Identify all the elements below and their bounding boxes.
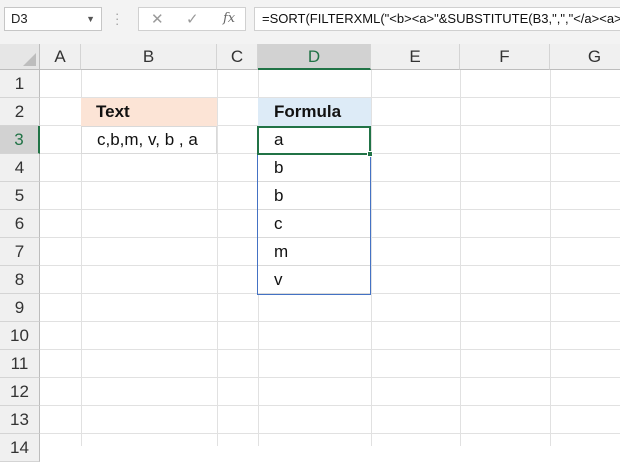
- row-header-4[interactable]: 4: [0, 154, 40, 182]
- formula-bar-area: D3 ▼ · · · ✕ ✓ fx =SORT(FILTERXML("<b><a>"…: [0, 0, 620, 44]
- select-all-button[interactable]: [0, 44, 40, 70]
- row-header-13[interactable]: 13: [0, 406, 40, 434]
- row-header-7[interactable]: 7: [0, 238, 40, 266]
- fill-handle[interactable]: [367, 151, 373, 157]
- row-header-10[interactable]: 10: [0, 322, 40, 350]
- column-header-e[interactable]: E: [371, 44, 460, 70]
- row-header-6[interactable]: 6: [0, 210, 40, 238]
- enter-icon[interactable]: ✓: [186, 10, 199, 28]
- name-box[interactable]: D3 ▼: [4, 7, 102, 31]
- chevron-down-icon[interactable]: ▼: [86, 8, 95, 30]
- row-header-3[interactable]: 3: [0, 126, 40, 154]
- column-header-b[interactable]: B: [81, 44, 217, 70]
- column-header-d[interactable]: D: [258, 44, 371, 70]
- cell-d8[interactable]: v: [258, 266, 371, 294]
- insert-function-icon[interactable]: fx: [223, 11, 235, 26]
- cell-b2-text-header[interactable]: Text: [81, 98, 217, 126]
- select-all-triangle-icon: [23, 53, 36, 66]
- row-header-11[interactable]: 11: [0, 350, 40, 378]
- formula-buttons: ✕ ✓ fx: [138, 7, 246, 31]
- column-header-g[interactable]: G: [550, 44, 620, 70]
- cell-d3[interactable]: a: [258, 126, 371, 154]
- formula-input[interactable]: =SORT(FILTERXML("<b><a>"&SUBSTITUTE(B3,"…: [254, 7, 620, 31]
- cell-d2-formula-header[interactable]: Formula: [258, 98, 371, 126]
- cancel-icon[interactable]: ✕: [151, 10, 164, 28]
- row-header-1[interactable]: 1: [0, 70, 40, 98]
- row-header-5[interactable]: 5: [0, 182, 40, 210]
- row-header-2[interactable]: 2: [0, 98, 40, 126]
- name-box-value: D3: [11, 11, 28, 26]
- cell-d4[interactable]: b: [258, 154, 371, 182]
- column-header-a[interactable]: A: [40, 44, 81, 70]
- column-header-c[interactable]: C: [217, 44, 258, 70]
- column-header-f[interactable]: F: [460, 44, 550, 70]
- row-header-8[interactable]: 8: [0, 266, 40, 294]
- more-options-icon[interactable]: · · ·: [115, 7, 119, 30]
- cell-d5[interactable]: b: [258, 182, 371, 210]
- cell-b3[interactable]: c,b,m, v, b , a: [81, 126, 217, 154]
- row-header-12[interactable]: 12: [0, 378, 40, 406]
- row-header-9[interactable]: 9: [0, 294, 40, 322]
- cell-d6[interactable]: c: [258, 210, 371, 238]
- row-header-14[interactable]: 14: [0, 434, 40, 462]
- cell-d7[interactable]: m: [258, 238, 371, 266]
